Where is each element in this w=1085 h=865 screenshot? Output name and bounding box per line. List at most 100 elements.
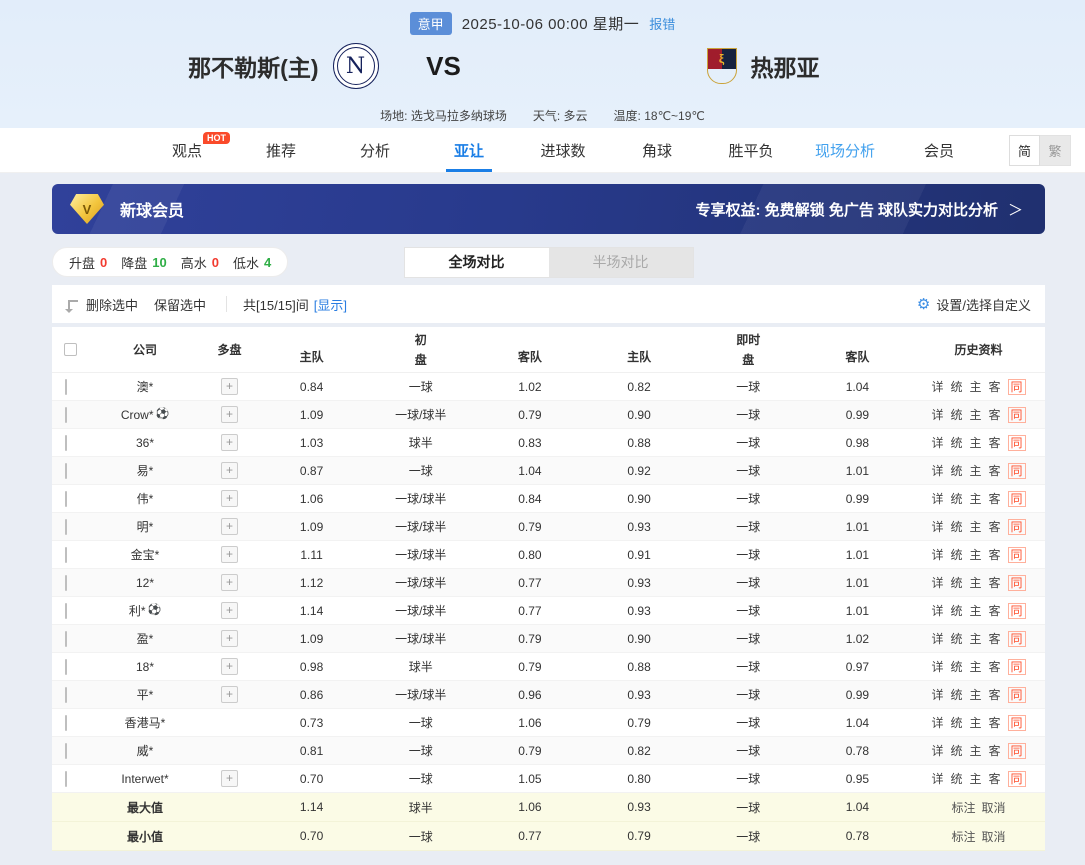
row-checkbox[interactable] — [65, 630, 67, 647]
history-link[interactable]: 客 — [988, 714, 1000, 731]
lang-traditional-button[interactable]: 繁 — [1040, 135, 1071, 166]
history-link[interactable]: 客 — [988, 490, 1000, 507]
history-same-link[interactable]: 同 — [1007, 742, 1026, 759]
vip-banner[interactable]: V 新球会员 专享权益: 免费解锁 免广告 球队实力对比分析 ＞ — [52, 184, 1045, 234]
history-link[interactable]: 统 — [950, 462, 962, 479]
history-same-link[interactable]: 同 — [1007, 630, 1026, 647]
history-link[interactable]: 详 — [931, 518, 943, 535]
expand-plus-button[interactable]: + — [221, 574, 238, 591]
history-link[interactable]: 详 — [931, 462, 943, 479]
history-link[interactable]: 详 — [931, 770, 943, 787]
history-link[interactable]: 客 — [988, 770, 1000, 787]
history-same-link[interactable]: 同 — [1007, 686, 1026, 703]
nav-tab-2[interactable]: 推荐 — [234, 128, 328, 172]
history-link[interactable]: 客 — [988, 630, 1000, 647]
history-link[interactable]: 统 — [950, 378, 962, 395]
expand-plus-button[interactable]: + — [221, 770, 238, 787]
history-link[interactable]: 客 — [988, 658, 1000, 675]
history-link[interactable]: 详 — [931, 686, 943, 703]
row-checkbox[interactable] — [65, 658, 67, 675]
history-link[interactable]: 客 — [988, 518, 1000, 535]
expand-plus-button[interactable]: + — [221, 378, 238, 395]
nav-tab-4[interactable]: 亚让 — [422, 128, 516, 172]
row-checkbox[interactable] — [65, 686, 67, 703]
history-link[interactable]: 客 — [988, 406, 1000, 423]
history-link[interactable]: 主 — [969, 658, 981, 675]
history-link[interactable]: 客 — [988, 602, 1000, 619]
tab-full-match[interactable]: 全场对比 — [404, 247, 549, 277]
history-link[interactable]: 详 — [931, 574, 943, 591]
row-checkbox[interactable] — [65, 770, 67, 787]
history-link[interactable]: 主 — [969, 462, 981, 479]
delete-selected-button[interactable]: 删除选中 — [86, 295, 138, 314]
tab-half-match[interactable]: 半场对比 — [548, 247, 693, 277]
expand-plus-button[interactable]: + — [221, 602, 238, 619]
nav-tab-3[interactable]: 分析 — [328, 128, 422, 172]
history-link[interactable]: 主 — [969, 574, 981, 591]
expand-plus-button[interactable]: + — [221, 434, 238, 451]
history-link[interactable]: 主 — [969, 630, 981, 647]
summary-action-link[interactable]: 标注 — [951, 828, 975, 845]
history-link[interactable]: 详 — [931, 546, 943, 563]
history-same-link[interactable]: 同 — [1007, 602, 1026, 619]
row-checkbox[interactable] — [65, 462, 67, 479]
lang-simplified-button[interactable]: 简 — [1009, 135, 1040, 166]
expand-plus-button[interactable]: + — [221, 686, 238, 703]
history-link[interactable]: 主 — [969, 742, 981, 759]
select-all-checkbox[interactable] — [63, 343, 77, 356]
history-link[interactable]: 统 — [950, 546, 962, 563]
row-checkbox[interactable] — [65, 518, 67, 535]
history-link[interactable]: 详 — [931, 378, 943, 395]
history-link[interactable]: 统 — [950, 602, 962, 619]
nav-tab-7[interactable]: 胜平负 — [704, 128, 798, 172]
history-link[interactable]: 统 — [950, 658, 962, 675]
expand-plus-button[interactable]: + — [221, 462, 238, 479]
history-same-link[interactable]: 同 — [1007, 434, 1026, 451]
history-same-link[interactable]: 同 — [1007, 658, 1026, 675]
history-same-link[interactable]: 同 — [1007, 546, 1026, 563]
history-link[interactable]: 客 — [988, 686, 1000, 703]
history-same-link[interactable]: 同 — [1007, 406, 1026, 423]
history-link[interactable]: 客 — [988, 546, 1000, 563]
expand-plus-button[interactable]: + — [221, 490, 238, 507]
history-link[interactable]: 客 — [988, 434, 1000, 451]
history-link[interactable]: 主 — [969, 686, 981, 703]
history-same-link[interactable]: 同 — [1007, 490, 1026, 507]
history-link[interactable]: 统 — [950, 686, 962, 703]
history-link[interactable]: 主 — [969, 518, 981, 535]
history-same-link[interactable]: 同 — [1007, 462, 1026, 479]
report-error-link[interactable]: 报错 — [649, 14, 675, 33]
row-checkbox[interactable] — [65, 406, 67, 423]
history-link[interactable]: 统 — [950, 490, 962, 507]
nav-tab-9[interactable]: 会员 — [892, 128, 986, 172]
row-checkbox[interactable] — [65, 434, 67, 451]
history-same-link[interactable]: 同 — [1007, 378, 1026, 395]
history-same-link[interactable]: 同 — [1007, 574, 1026, 591]
history-link[interactable]: 统 — [950, 770, 962, 787]
history-link[interactable]: 统 — [950, 574, 962, 591]
settings-button[interactable]: ⚙ 设置/选择自定义 — [917, 295, 1031, 314]
history-link[interactable]: 详 — [931, 406, 943, 423]
history-link[interactable]: 主 — [969, 378, 981, 395]
history-link[interactable]: 统 — [950, 434, 962, 451]
history-link[interactable]: 主 — [969, 434, 981, 451]
history-link[interactable]: 客 — [988, 742, 1000, 759]
history-same-link[interactable]: 同 — [1007, 518, 1026, 535]
row-checkbox[interactable] — [65, 378, 67, 395]
history-link[interactable]: 主 — [969, 714, 981, 731]
expand-plus-button[interactable]: + — [221, 658, 238, 675]
show-link[interactable]: [显示] — [314, 295, 347, 314]
history-link[interactable]: 详 — [931, 434, 943, 451]
summary-action-link[interactable]: 标注 — [951, 799, 975, 816]
history-same-link[interactable]: 同 — [1007, 714, 1026, 731]
keep-selected-button[interactable]: 保留选中 — [154, 295, 206, 314]
history-link[interactable]: 详 — [931, 602, 943, 619]
history-link[interactable]: 主 — [969, 406, 981, 423]
nav-tab-1[interactable]: 观点 HOT — [140, 128, 234, 172]
history-link[interactable]: 统 — [950, 630, 962, 647]
row-checkbox[interactable] — [65, 742, 67, 759]
history-link[interactable]: 客 — [988, 574, 1000, 591]
history-link[interactable]: 客 — [988, 462, 1000, 479]
history-link[interactable]: 详 — [931, 714, 943, 731]
history-link[interactable]: 统 — [950, 714, 962, 731]
